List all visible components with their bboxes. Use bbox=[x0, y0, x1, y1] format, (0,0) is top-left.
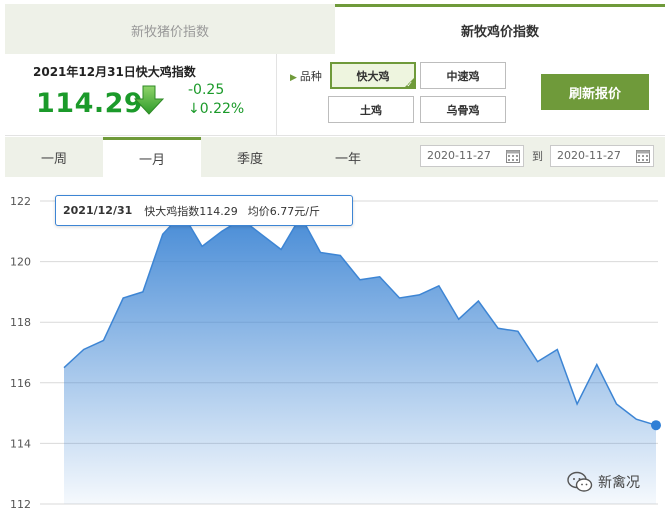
watermark-text: 新禽况 bbox=[598, 475, 640, 491]
breed-option-local-chicken[interactable]: 土鸡 bbox=[328, 96, 414, 123]
calendar-icon[interactable] bbox=[506, 149, 520, 163]
watermark: 新禽况 bbox=[567, 471, 640, 493]
y-tick-label: 116 bbox=[10, 377, 31, 390]
breed-label-text: 品种 bbox=[299, 70, 322, 83]
y-tick-label: 114 bbox=[10, 437, 31, 450]
y-tick-label: 112 bbox=[10, 498, 31, 511]
tab-month[interactable]: 一月 bbox=[103, 137, 201, 177]
date-from-value: 2020-11-27 bbox=[427, 149, 491, 162]
arrow-down-icon bbox=[133, 85, 165, 115]
highlighted-data-point[interactable] bbox=[651, 420, 661, 431]
index-change: -0.25 bbox=[188, 82, 225, 98]
breed-option-label: 快大鸡 bbox=[356, 69, 390, 83]
chart-tooltip: 2021/12/31 快大鸡指数114.29 均价6.77元/斤 bbox=[55, 195, 353, 226]
index-value: 114.29 bbox=[36, 88, 144, 119]
y-tick-label: 120 bbox=[10, 256, 31, 269]
index-panel: 2021年12月31日快大鸡指数 114.29 -0.25 ↓0.22% ▶ 品种… bbox=[5, 54, 665, 136]
breed-label: ▶ 品种 bbox=[290, 68, 322, 84]
index-title: 2021年12月31日快大鸡指数 bbox=[33, 65, 196, 79]
tab-pig-index[interactable]: 新牧猪价指数 bbox=[5, 4, 335, 54]
date-to-value: 2020-11-27 bbox=[557, 149, 621, 162]
tab-week[interactable]: 一周 bbox=[5, 137, 103, 177]
y-tick-label: 118 bbox=[10, 316, 31, 329]
top-tabs: 新牧猪价指数 新牧鸡价指数 bbox=[5, 4, 665, 54]
y-tick-label: 122 bbox=[10, 195, 31, 208]
date-to-input[interactable]: 2020-11-27 bbox=[550, 145, 654, 167]
breed-option-silkie-chicken[interactable]: 乌骨鸡 bbox=[420, 96, 506, 123]
period-tabs: 一周 一月 季度 一年 2020-11-27 到 2020-11-27 bbox=[5, 137, 665, 177]
date-to-label: 到 bbox=[532, 150, 543, 163]
y-axis: 112 114 116 118 120 122 bbox=[10, 195, 31, 511]
tab-quarter[interactable]: 季度 bbox=[201, 137, 299, 177]
tab-year[interactable]: 一年 bbox=[299, 137, 397, 177]
index-summary: 2021年12月31日快大鸡指数 114.29 -0.25 ↓0.22% bbox=[5, 54, 277, 136]
series-points bbox=[651, 420, 661, 431]
breed-option-label: 中速鸡 bbox=[446, 69, 480, 83]
index-change-percent: ↓0.22% bbox=[188, 101, 245, 117]
calendar-icon[interactable] bbox=[636, 149, 650, 163]
breed-option-medium-chicken[interactable]: 中速鸡 bbox=[420, 62, 506, 89]
date-from-input[interactable]: 2020-11-27 bbox=[420, 145, 524, 167]
tooltip-price: 均价6.77元/斤 bbox=[247, 204, 320, 218]
wechat-icon bbox=[567, 471, 593, 492]
refresh-price-button[interactable]: 刷新报价 bbox=[541, 74, 649, 110]
index-area-chart[interactable]: 112 114 116 118 120 122 bbox=[0, 177, 669, 513]
breed-option-label: 乌骨鸡 bbox=[446, 103, 480, 117]
tooltip-index: 快大鸡指数114.29 bbox=[144, 204, 238, 218]
breed-option-fast-chicken[interactable]: 快大鸡 ✓ bbox=[330, 62, 416, 89]
triangle-right-icon: ▶ bbox=[290, 73, 297, 83]
check-icon: ✓ bbox=[406, 80, 413, 89]
breed-option-label: 土鸡 bbox=[360, 103, 382, 117]
series-area bbox=[64, 213, 656, 504]
tab-chicken-index[interactable]: 新牧鸡价指数 bbox=[335, 4, 665, 54]
tooltip-date: 2021/12/31 bbox=[63, 204, 133, 217]
